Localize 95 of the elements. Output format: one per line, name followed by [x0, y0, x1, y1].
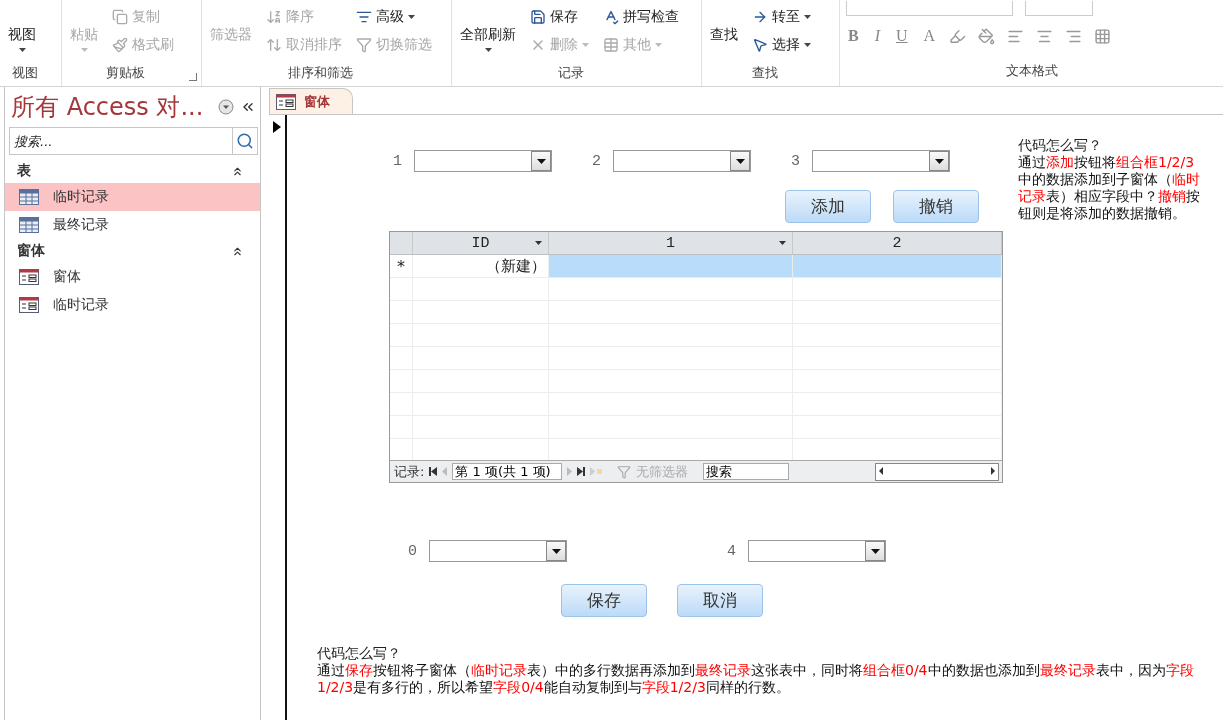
ribbon-button[interactable]: 查找: [708, 6, 740, 44]
last-record-icon[interactable]: [577, 467, 586, 476]
caret-icon: [804, 43, 811, 47]
caret-icon: [779, 241, 786, 245]
caret-icon: [655, 43, 662, 47]
form-button[interactable]: 取消: [677, 584, 763, 617]
dropdown-button[interactable]: [865, 541, 886, 561]
ribbon-button[interactable]: 保存: [528, 6, 591, 28]
caret-icon: [934, 158, 944, 164]
format-button[interactable]: I: [872, 27, 882, 45]
record-selector-icon: [273, 121, 281, 133]
nav-pane-title[interactable]: 所有 Access 对...: [11, 91, 212, 123]
document-tab[interactable]: 窗体: [269, 88, 353, 114]
filter-list-icon: [356, 9, 372, 25]
column-header[interactable]: ID: [413, 232, 549, 254]
dropdown-button[interactable]: [730, 151, 751, 171]
note-title: 代码怎么写？: [317, 645, 402, 662]
table-icon: [603, 37, 619, 53]
field-label: 2: [592, 152, 602, 170]
spellcheck-icon: [603, 9, 619, 25]
funnel-icon: [617, 464, 632, 479]
caret-icon: [536, 158, 546, 164]
field-label: 3: [791, 152, 801, 170]
nav-section-header[interactable]: 窗体: [5, 239, 260, 263]
caret-icon: [535, 241, 542, 245]
group-label: 排序和筛选: [287, 64, 354, 82]
form-button[interactable]: 保存: [561, 584, 647, 617]
field-label: 1: [393, 152, 402, 170]
font-color-button[interactable]: A: [921, 27, 938, 45]
caret-icon: [735, 158, 745, 164]
nav-item[interactable]: 窗体: [5, 263, 260, 291]
table-icon: [19, 217, 39, 233]
dropdown-button[interactable]: [546, 541, 566, 561]
search-field[interactable]: 搜索...: [9, 127, 232, 155]
ribbon-button[interactable]: 全部刷新: [458, 6, 518, 52]
first-record-icon[interactable]: [429, 467, 438, 476]
ribbon-button[interactable]: 转至: [750, 6, 813, 28]
pointer-icon: [752, 37, 768, 53]
note-text: 通过添加按钮将组合框1/2/3 中的数据添加到子窗体（临时记录表）相应字段中？撤销按钮则是将添加的数据撤销。: [1018, 154, 1201, 222]
horizontal-scrollbar[interactable]: [875, 462, 999, 481]
search-icon: [236, 132, 254, 150]
form-button[interactable]: 撤销: [893, 190, 979, 223]
caret-icon: [484, 48, 492, 52]
nav-item[interactable]: 临时记录: [5, 291, 260, 319]
nav-item[interactable]: 临时记录: [5, 183, 260, 211]
form-icon: [19, 269, 39, 285]
nav-section-header[interactable]: 表: [5, 159, 260, 183]
font-name-field[interactable]: [846, 0, 1013, 16]
copy-icon: [112, 9, 128, 25]
sort-arrows-icon: [266, 37, 282, 53]
paintbrush-icon: [112, 37, 128, 53]
caret-icon: [80, 48, 88, 52]
record-nav-label: 记录:: [394, 462, 425, 481]
group-label: 文本格式: [1004, 62, 1059, 80]
group-label: 记录: [556, 64, 585, 82]
group-label: 查找: [750, 64, 779, 82]
gridlines-icon[interactable]: [1094, 27, 1112, 45]
search-button[interactable]: [232, 127, 258, 155]
ribbon-button[interactable]: 高级: [354, 6, 434, 28]
table-icon: [19, 189, 39, 205]
note-text: 通过保存按钮将子窗体（临时记录表）中的多行数据再添加到最终记录这张表中，同时将组合框0/4中的数据也添加到最终记录表中，因为字段1/2/3是有多行的，所以希望字段0/4能自动复制到与字段1/2/3同样的行数。: [317, 662, 1195, 696]
caret-icon: [870, 548, 880, 554]
ribbon-button[interactable]: 选择: [750, 34, 813, 56]
group-label: 剪贴板: [105, 64, 146, 82]
format-button[interactable]: B: [846, 27, 861, 45]
form-icon: [19, 297, 39, 313]
form-icon: [276, 93, 296, 110]
column-header[interactable]: 1: [549, 232, 793, 254]
group-label: 视图: [10, 64, 39, 82]
field-label: 4: [727, 542, 737, 560]
dropdown-button[interactable]: [929, 151, 950, 171]
search-field[interactable]: 搜索: [703, 463, 790, 480]
dropdown-circle-icon[interactable]: [218, 99, 234, 115]
dropdown-button[interactable]: [531, 151, 551, 171]
caret-icon: [551, 548, 561, 554]
highlighter-icon[interactable]: [949, 27, 967, 45]
caret-icon: [582, 43, 589, 47]
format-button[interactable]: U: [894, 27, 910, 45]
caret-icon: [18, 48, 26, 52]
form-button[interactable]: 添加: [785, 190, 871, 223]
sort-za-icon: [266, 9, 282, 25]
paint-bucket-icon[interactable]: [978, 27, 996, 45]
dialog-launcher-icon[interactable]: [189, 73, 197, 81]
ribbon-button[interactable]: 拼写检查: [601, 6, 681, 28]
caret-icon: [804, 15, 811, 19]
field-label: 0: [408, 542, 417, 560]
ribbon-button[interactable]: 视图: [6, 6, 38, 52]
funnel-icon: [356, 37, 372, 53]
save-icon: [530, 9, 546, 25]
note-title: 代码怎么写？: [1018, 137, 1103, 154]
font-size-field[interactable]: [1025, 0, 1093, 16]
column-header[interactable]: 2: [793, 232, 1002, 254]
record-position-field[interactable]: 第 1 项(共 1 项): [452, 463, 563, 480]
caret-icon: [408, 15, 415, 19]
nav-item[interactable]: 最终记录: [5, 211, 260, 239]
